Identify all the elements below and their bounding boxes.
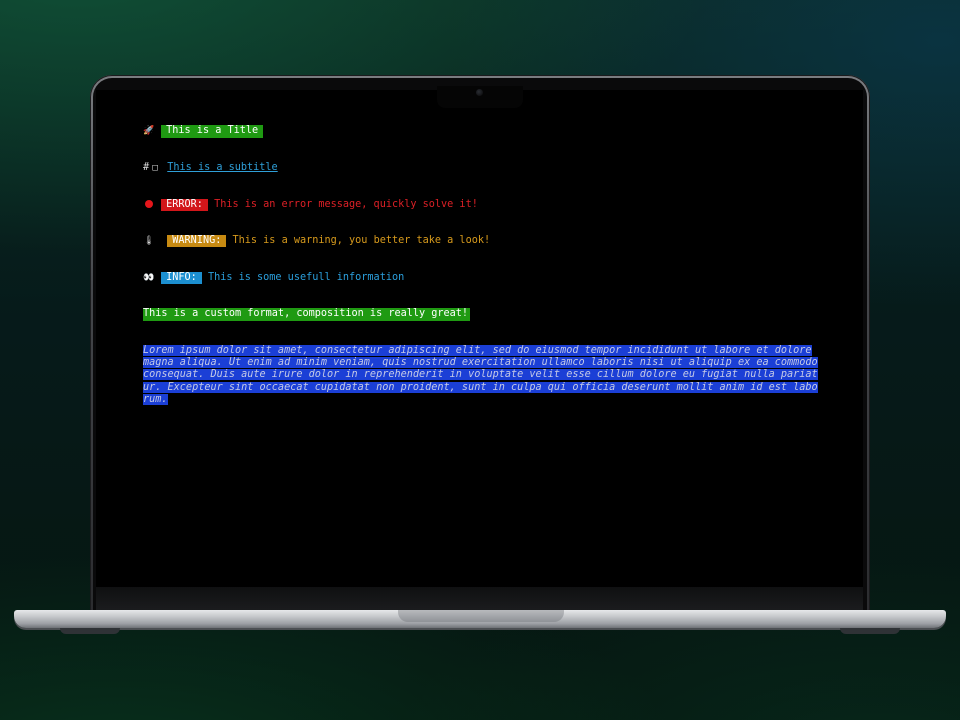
warning-label: WARNING: (167, 235, 227, 248)
subtitle-text: This is a subtitle (167, 162, 278, 173)
info-line: 👀 INFO: This is some usefull information (143, 271, 819, 284)
info-label: INFO: (161, 271, 202, 284)
lorem-block: Lorem ipsum dolor sit amet, consectetur … (143, 344, 818, 406)
subtitle-line: # □ This is a subtitle (143, 162, 819, 174)
red-circle-icon (143, 199, 155, 211)
error-line: ERROR: This is an error message, quickly… (143, 198, 819, 211)
lorem-text: Lorem ipsum dolor sit amet, consectetur … (143, 344, 818, 405)
terminal-output: 🚀 This is a Title # □ This is a subtitle … (143, 101, 819, 418)
square-icon: □ (152, 163, 158, 173)
screen-bottom-bezel (96, 587, 863, 611)
title-line: 🚀 This is a Title (143, 125, 819, 138)
custom-format-text: This is a custom format, composition is … (143, 308, 471, 321)
custom-line: This is a custom format, composition is … (143, 308, 819, 321)
eyes-icon: 👀 (143, 272, 155, 283)
laptop-opening-notch (398, 610, 564, 622)
rocket-icon: 🚀 (143, 126, 155, 137)
camera-icon (476, 89, 483, 96)
title-badge: This is a Title (161, 125, 264, 138)
laptop-foot-left (60, 628, 120, 634)
error-message: This is an error message, quickly solve … (214, 198, 478, 210)
warning-message: This is a warning, you better take a loo… (232, 235, 491, 247)
info-message: This is some usefull information (207, 271, 405, 283)
error-label: ERROR: (161, 198, 208, 211)
warning-line: 🌡 WARNING: This is a warning, you better… (143, 235, 819, 248)
thermometer-icon: 🌡 (143, 236, 155, 247)
laptop-foot-right (840, 628, 900, 634)
